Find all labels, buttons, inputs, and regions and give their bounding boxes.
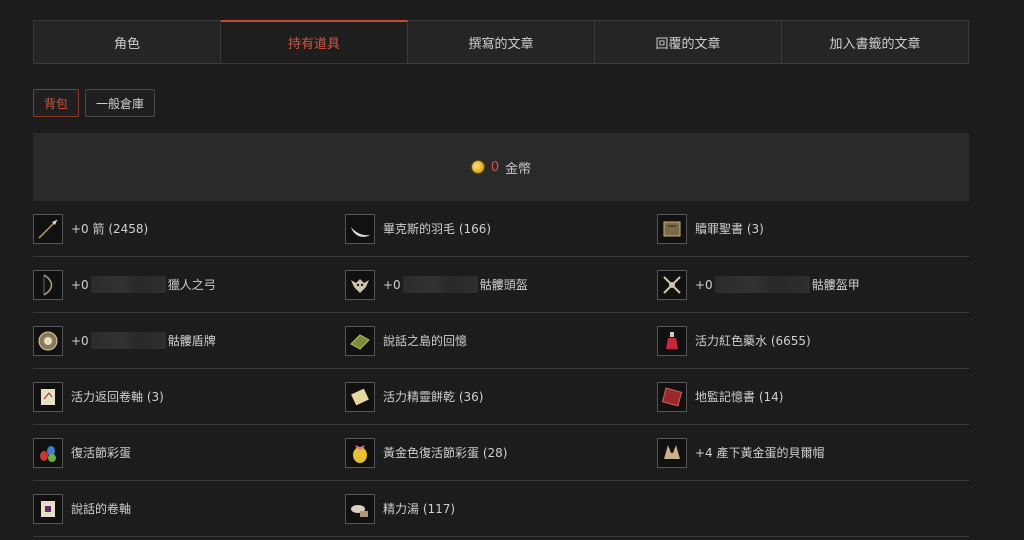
skull-helmet-icon xyxy=(345,269,375,300)
item-name: 說話的卷軸 xyxy=(71,502,132,516)
list-item[interactable]: +0 獵人之弓 xyxy=(33,257,345,313)
redacted-block xyxy=(90,276,166,293)
list-item[interactable]: 精力湯 (117) xyxy=(345,481,657,537)
item-name: 黃金色復活節彩蛋 (28) xyxy=(383,446,508,460)
item-name: +0 骷髏頭盔 xyxy=(383,276,528,293)
item-name: +0 獵人之弓 xyxy=(71,276,216,293)
item-name: 活力精靈餅乾 (36) xyxy=(383,390,484,404)
list-item[interactable]: 說話的卷軸 xyxy=(33,481,345,537)
return-scroll-icon xyxy=(33,381,63,412)
list-item[interactable]: +4 產下黃金蛋的貝爾帽 xyxy=(657,425,969,481)
arrow-icon xyxy=(33,213,63,244)
talking-scroll-icon xyxy=(33,493,63,524)
skull-shield-icon xyxy=(33,325,63,356)
item-grid: +0 箭 (2458) 畢克斯的羽毛 (166) 贖罪聖書 (3) +0 獵人之… xyxy=(33,201,969,537)
tab-written-posts[interactable]: 撰寫的文章 xyxy=(408,21,595,63)
subtab-backpack[interactable]: 背包 xyxy=(33,89,80,117)
easter-eggs-icon xyxy=(33,437,63,468)
redacted-block xyxy=(714,276,810,293)
item-name: 活力返回卷軸 (3) xyxy=(71,390,164,404)
list-item[interactable]: 地監記憶書 (14) xyxy=(657,369,969,425)
holy-book-icon xyxy=(657,213,687,244)
skull-armor-icon xyxy=(657,269,687,300)
tab-character[interactable]: 角色 xyxy=(34,21,221,63)
list-item[interactable]: 活力返回卷軸 (3) xyxy=(33,369,345,425)
dungeon-book-icon xyxy=(657,381,687,412)
list-item[interactable]: 畢克斯的羽毛 (166) xyxy=(345,201,657,257)
item-name: +0 骷髏盔甲 xyxy=(695,276,860,293)
list-item[interactable]: +0 箭 (2458) xyxy=(33,201,345,257)
list-item[interactable]: +0 骷髏盾牌 xyxy=(33,313,345,369)
item-name: +4 產下黃金蛋的貝爾帽 xyxy=(695,446,825,460)
gold-label: 金幣 xyxy=(505,161,532,177)
feather-icon xyxy=(345,213,375,244)
redacted-block xyxy=(402,276,478,293)
inventory-page: 角色 持有道具 撰寫的文章 回覆的文章 加入書籤的文章 背包 一般倉庫 0 金幣… xyxy=(33,20,969,537)
energy-soup-icon xyxy=(345,493,375,524)
tab-items[interactable]: 持有道具 xyxy=(221,20,408,63)
gold-panel: 0 金幣 xyxy=(33,133,969,201)
redacted-block xyxy=(90,332,166,349)
list-item[interactable]: 說話之島的回憶 xyxy=(345,313,657,369)
item-name: 說話之島的回憶 xyxy=(383,334,468,348)
list-item[interactable]: +0 骷髏盔甲 xyxy=(657,257,969,313)
item-name: 活力紅色藥水 (6655) xyxy=(695,334,811,348)
list-item[interactable]: 活力紅色藥水 (6655) xyxy=(657,313,969,369)
list-item[interactable]: 活力精靈餅乾 (36) xyxy=(345,369,657,425)
list-item[interactable]: 贖罪聖書 (3) xyxy=(657,201,969,257)
item-name: 地監記憶書 (14) xyxy=(695,390,784,404)
item-name: +0 箭 (2458) xyxy=(71,222,149,236)
main-tabs: 角色 持有道具 撰寫的文章 回覆的文章 加入書籤的文章 xyxy=(33,20,969,64)
golden-egg-icon xyxy=(345,437,375,468)
empty-cell xyxy=(657,481,969,537)
bell-hat-icon xyxy=(657,437,687,468)
storage-subtabs: 背包 一般倉庫 xyxy=(33,89,969,117)
item-name: 復活節彩蛋 xyxy=(71,446,132,460)
gold-coin-icon xyxy=(470,160,485,174)
list-item[interactable]: 黃金色復活節彩蛋 (28) xyxy=(345,425,657,481)
item-name: 贖罪聖書 (3) xyxy=(695,222,764,236)
red-potion-icon xyxy=(657,325,687,356)
item-name: 精力湯 (117) xyxy=(383,502,456,516)
elven-cookie-icon xyxy=(345,381,375,412)
item-name: +0 骷髏盾牌 xyxy=(71,332,216,349)
item-name: 畢克斯的羽毛 (166) xyxy=(383,222,492,236)
list-item[interactable]: +0 骷髏頭盔 xyxy=(345,257,657,313)
island-memory-icon xyxy=(345,325,375,356)
bow-icon xyxy=(33,269,63,300)
subtab-general-warehouse[interactable]: 一般倉庫 xyxy=(85,89,156,117)
list-item[interactable]: 復活節彩蛋 xyxy=(33,425,345,481)
tab-replied-posts[interactable]: 回覆的文章 xyxy=(595,21,782,63)
tab-bookmarked-posts[interactable]: 加入書籤的文章 xyxy=(782,21,968,63)
gold-amount: 0 xyxy=(490,159,500,175)
